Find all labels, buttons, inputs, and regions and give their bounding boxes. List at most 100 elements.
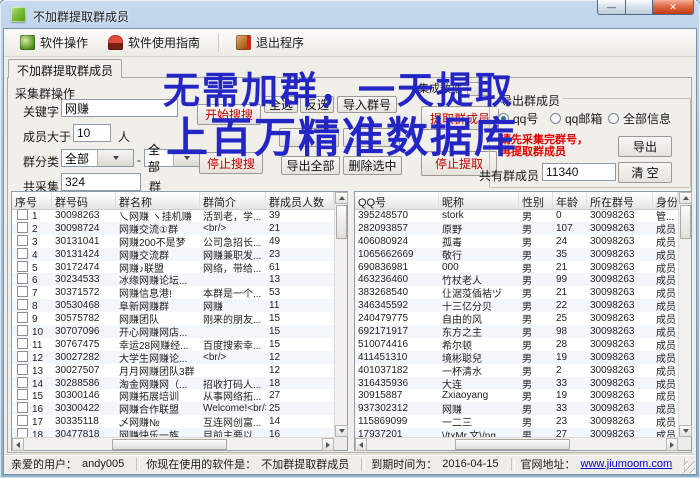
resize-grip[interactable] bbox=[683, 461, 695, 473]
scroll-right-button[interactable] bbox=[322, 438, 334, 451]
clear-button[interactable]: 清 空 bbox=[618, 162, 672, 183]
member-table-vscrollbar[interactable] bbox=[678, 192, 691, 437]
row-checkbox[interactable] bbox=[17, 351, 28, 362]
status-label: 你现在使用的软件是： bbox=[146, 456, 256, 472]
row-checkbox[interactable] bbox=[17, 286, 28, 297]
scroll-left-button[interactable] bbox=[12, 438, 24, 451]
col-seq[interactable]: 序号 bbox=[12, 192, 52, 209]
stop-search-button[interactable]: 停止搜搜 bbox=[199, 152, 263, 174]
row-checkbox[interactable] bbox=[17, 377, 28, 388]
delete-selected-button[interactable]: 删除选中 bbox=[343, 156, 402, 175]
status-link[interactable]: www.jiumoom.com bbox=[581, 458, 673, 470]
scroll-down-button[interactable] bbox=[679, 425, 692, 437]
radio-icon bbox=[608, 113, 619, 124]
col-gender[interactable]: 性别 bbox=[519, 192, 553, 209]
member-table-hscrollbar[interactable] bbox=[355, 437, 678, 450]
row-checkbox[interactable] bbox=[17, 364, 28, 375]
category-select-1[interactable]: 全部 bbox=[61, 149, 134, 167]
row-checkbox[interactable] bbox=[17, 325, 28, 336]
row-checkbox[interactable] bbox=[17, 209, 28, 220]
min-members-input[interactable] bbox=[73, 124, 111, 142]
row-seq: 15 bbox=[32, 391, 43, 402]
row-checkbox[interactable] bbox=[17, 312, 28, 323]
group-id-cell: 30027282 bbox=[52, 352, 116, 363]
col-nickname[interactable]: 昵称 bbox=[439, 192, 519, 209]
col-group-desc[interactable]: 群简介 bbox=[200, 192, 266, 209]
row-checkbox[interactable] bbox=[17, 415, 28, 426]
row-checkbox[interactable] bbox=[17, 261, 28, 272]
group-table-header: 序号 群号码 群名称 群简介 群成员人数 bbox=[12, 192, 334, 210]
start-search-button[interactable]: 开始搜搜 bbox=[197, 104, 261, 125]
row-checkbox[interactable] bbox=[17, 338, 28, 349]
table-row[interactable]: 1065662669敬行男3530098263成员 bbox=[355, 248, 678, 261]
scroll-right-button[interactable] bbox=[666, 438, 678, 451]
row-checkbox[interactable] bbox=[17, 402, 28, 413]
chevron-down-icon[interactable] bbox=[97, 150, 133, 166]
row-checkbox[interactable] bbox=[17, 248, 28, 259]
table-row[interactable]: 316435936大连男3330098263成员 bbox=[355, 377, 678, 390]
row-checkbox[interactable] bbox=[17, 235, 28, 246]
group-id-cell: 30027507 bbox=[52, 365, 116, 376]
title-bar[interactable]: 不加群提取群成员 — ✕ bbox=[0, 0, 700, 29]
col-group-name[interactable]: 群名称 bbox=[116, 192, 200, 209]
select-all-button[interactable]: 全选 bbox=[264, 96, 298, 113]
row-checkbox[interactable] bbox=[17, 428, 28, 437]
scroll-up-button[interactable] bbox=[679, 192, 692, 204]
total-members-input[interactable] bbox=[542, 163, 616, 181]
group-desc-cell: <br/> bbox=[200, 223, 266, 234]
row-checkbox[interactable] bbox=[17, 222, 28, 233]
vscroll-thumb[interactable] bbox=[336, 205, 347, 239]
nickname-cell: stork bbox=[439, 210, 519, 221]
row-checkbox[interactable] bbox=[17, 389, 28, 400]
row-seq-cell: 18 bbox=[12, 428, 52, 437]
vscroll-thumb[interactable] bbox=[680, 205, 691, 239]
col-age[interactable]: 年龄 bbox=[553, 192, 587, 209]
qq-cell: 383268540 bbox=[355, 287, 439, 298]
col-qq[interactable]: QQ号 bbox=[355, 192, 439, 209]
radio-qq-number[interactable]: qq号 bbox=[498, 110, 538, 127]
export-button[interactable]: 导出 bbox=[618, 136, 672, 157]
col-group-number[interactable]: 所在群号 bbox=[587, 192, 653, 209]
obscured-button-1[interactable] bbox=[279, 128, 339, 147]
obscured-control[interactable] bbox=[467, 82, 491, 96]
radio-qq-email[interactable]: qq邮箱 bbox=[550, 110, 602, 127]
hscroll-thumb[interactable] bbox=[112, 439, 227, 450]
col-role[interactable]: 身份 bbox=[653, 192, 678, 209]
software-ops-button[interactable]: 软件操作 bbox=[12, 30, 96, 55]
maximize-button[interactable] bbox=[626, 0, 652, 15]
col-group-id[interactable]: 群号码 bbox=[52, 192, 116, 209]
row-checkbox[interactable] bbox=[17, 299, 28, 310]
usage-guide-button[interactable]: 软件使用指南 bbox=[100, 30, 208, 55]
obscured-button-2[interactable] bbox=[343, 128, 400, 147]
group-id-cell: 30288586 bbox=[52, 378, 116, 389]
group-table-vscrollbar[interactable] bbox=[334, 192, 347, 437]
tab-extract-members[interactable]: 不加群提取群成员 bbox=[8, 59, 122, 78]
scroll-down-button[interactable] bbox=[335, 425, 348, 437]
table-row[interactable]: 17937201\/txMr.文\/ng男2730098263成员 bbox=[355, 428, 678, 437]
chevron-down-icon[interactable] bbox=[173, 150, 202, 166]
radio-all-info[interactable]: 全部信息 bbox=[608, 110, 671, 127]
exit-program-button[interactable]: 退出程序 bbox=[228, 30, 312, 55]
group-count-cell: 11 bbox=[266, 300, 334, 311]
warning-text: 请先采集完群号， 再提取群成员 bbox=[500, 134, 588, 158]
table-row[interactable]: 1830477818网赚快乐一族目前主要以...16 bbox=[12, 428, 334, 437]
extract-members-button[interactable]: 提取群成员 bbox=[421, 106, 499, 130]
col-group-count[interactable]: 群成员人数 bbox=[266, 192, 334, 209]
import-group-ids-button[interactable]: 导入群号 bbox=[337, 96, 397, 113]
keyword-input[interactable] bbox=[61, 99, 178, 117]
window-controls: — ✕ bbox=[597, 0, 694, 16]
qq-cell: 411451310 bbox=[355, 352, 439, 363]
scroll-left-button[interactable] bbox=[355, 438, 367, 451]
hscroll-thumb[interactable] bbox=[455, 439, 570, 450]
minimize-button[interactable]: — bbox=[597, 0, 626, 15]
age-cell: 25 bbox=[553, 313, 587, 324]
scroll-up-button[interactable] bbox=[335, 192, 348, 204]
group-table-hscrollbar[interactable] bbox=[12, 437, 334, 450]
row-checkbox[interactable] bbox=[17, 273, 28, 284]
category-select-2[interactable]: 全部 bbox=[144, 149, 202, 167]
export-all-button[interactable]: 导出全部 bbox=[281, 156, 340, 175]
close-button[interactable]: ✕ bbox=[652, 0, 694, 15]
collected-count-input[interactable] bbox=[61, 173, 141, 191]
nickname-cell: \/txMr.文\/ng bbox=[439, 427, 519, 437]
invert-select-button[interactable]: 反选 bbox=[300, 96, 334, 113]
